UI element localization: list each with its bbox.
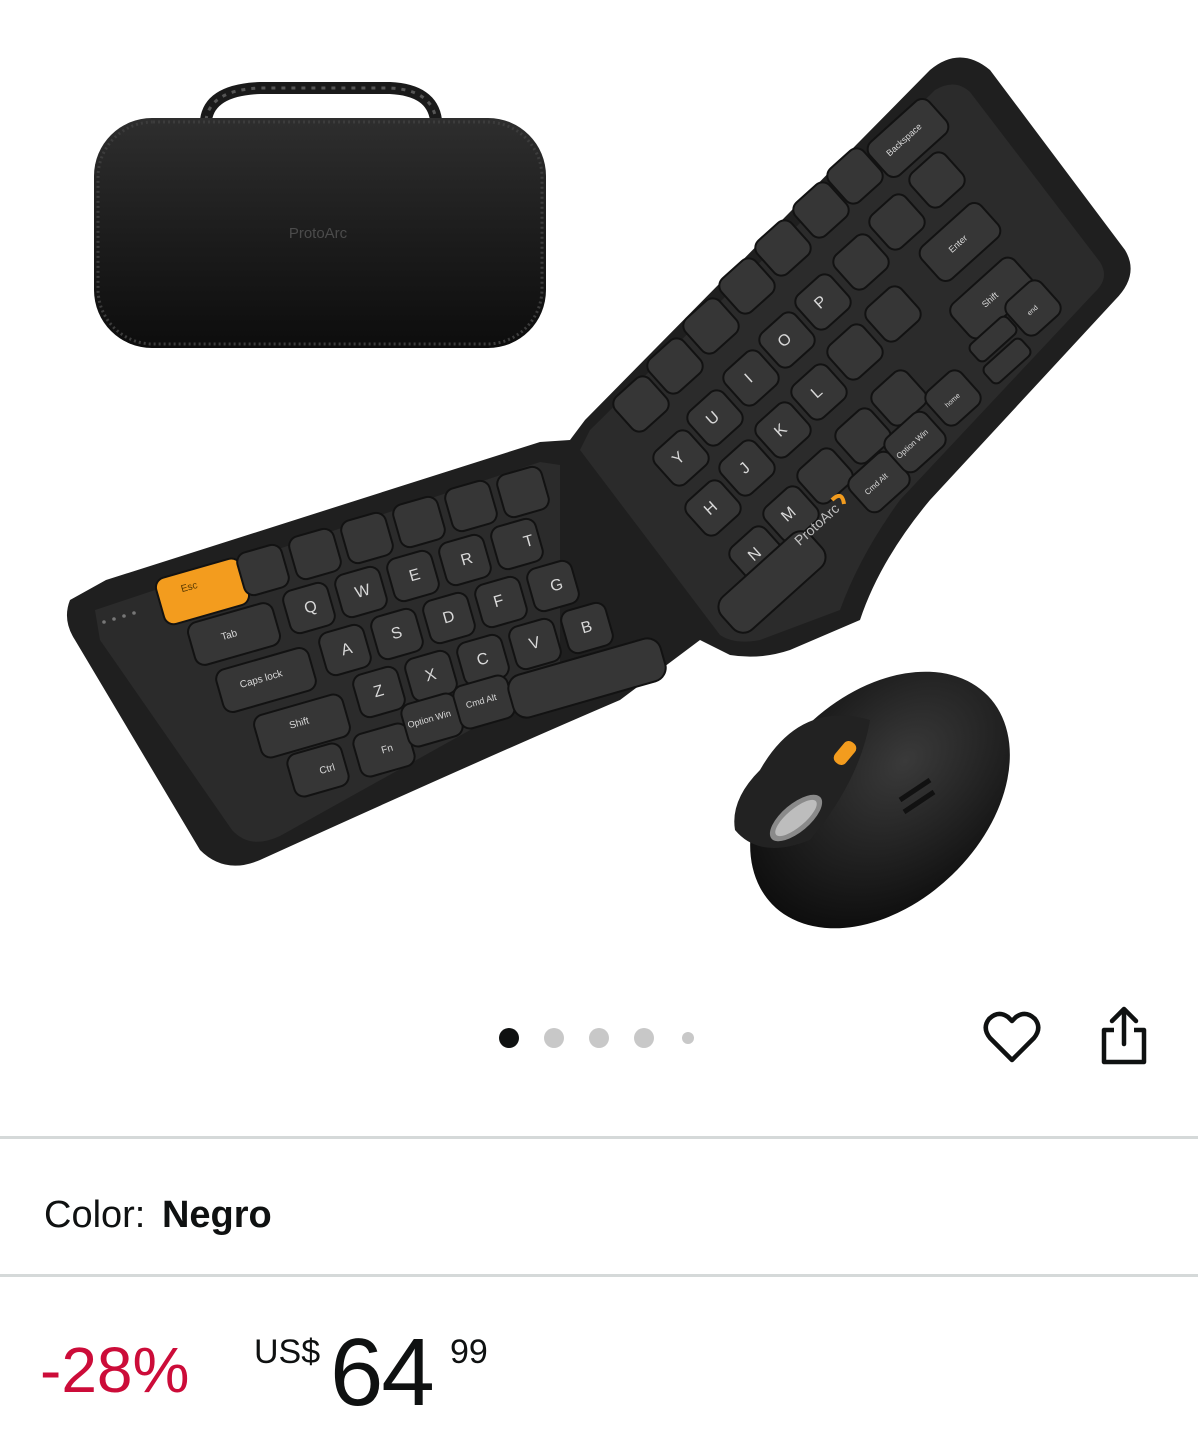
divider xyxy=(0,1274,1198,1277)
price-whole: 64 xyxy=(330,1319,435,1426)
carousel-dot-3[interactable] xyxy=(589,1028,609,1048)
carousel-dot-5[interactable] xyxy=(682,1032,694,1044)
case-logo: ProtoArc xyxy=(289,225,348,242)
favorite-button[interactable] xyxy=(980,1006,1044,1070)
price-fraction: 99 xyxy=(450,1333,488,1371)
carousel-dot-2[interactable] xyxy=(544,1028,564,1048)
share-icon xyxy=(1101,1006,1147,1065)
product-photo: ProtoArc Esc Q W E R T A S D F G Z X C V… xyxy=(66,57,1131,929)
color-selection: Color: Negro xyxy=(44,1188,272,1242)
wireless-mouse xyxy=(734,671,1010,929)
heart-icon xyxy=(983,1011,1041,1063)
share-button[interactable] xyxy=(1092,1004,1156,1068)
color-label: Color: xyxy=(44,1194,146,1236)
color-value: Negro xyxy=(161,1194,272,1236)
divider xyxy=(0,1136,1198,1139)
carousel-dot-4[interactable] xyxy=(634,1028,654,1048)
product-image-carousel[interactable]: ProtoArc Esc Q W E R T A S D F G Z X C V… xyxy=(0,0,1198,980)
price-currency: US$ xyxy=(254,1333,321,1371)
discount-percent: -28% xyxy=(40,1334,190,1406)
carousel-dot-1[interactable] xyxy=(499,1028,519,1048)
carry-case: ProtoArc xyxy=(94,82,546,348)
